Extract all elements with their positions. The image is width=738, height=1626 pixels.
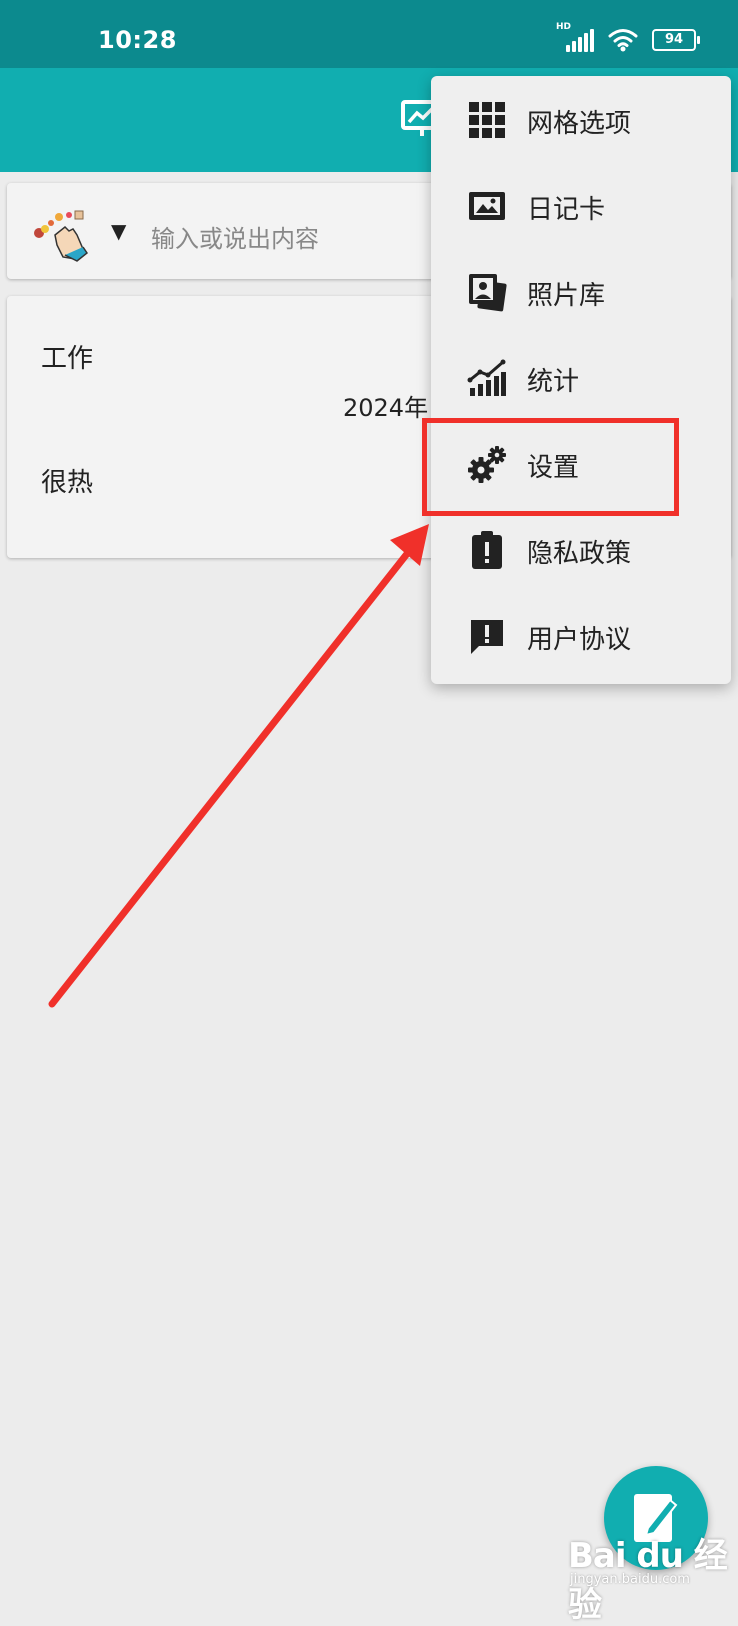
battery-indicator: 94 xyxy=(652,29,700,51)
photo-gallery-icon xyxy=(469,274,507,312)
chart-icon xyxy=(467,359,506,396)
signal-icon: HD xyxy=(556,22,594,52)
overflow-menu: 网格选项 日记卡 照片库 统计 设置 隐私政策 用户协议 xyxy=(431,76,731,684)
mood-mascot-icon[interactable] xyxy=(29,205,95,265)
menu-item-grid-options[interactable]: 网格选项 xyxy=(431,76,731,162)
menu-item-label: 用户协议 xyxy=(527,625,632,655)
status-bar: 10:28 HD 94 xyxy=(0,0,738,68)
network-type-label: HD xyxy=(556,22,572,32)
entry-date: 2024年 xyxy=(343,394,429,422)
menu-item-photo-gallery[interactable]: 照片库 xyxy=(431,248,731,334)
menu-item-label: 日记卡 xyxy=(527,195,606,225)
menu-item-statistics[interactable]: 统计 xyxy=(431,334,731,420)
mood-dropdown-arrow-icon[interactable]: ▼ xyxy=(111,219,126,243)
menu-item-privacy-policy[interactable]: 隐私政策 xyxy=(431,506,731,592)
entry-body: 很热 xyxy=(41,468,94,498)
menu-item-label: 统计 xyxy=(527,367,580,397)
entry-title: 工作 xyxy=(41,344,94,374)
wifi-icon xyxy=(608,29,638,52)
picture-frame-icon xyxy=(469,192,505,220)
annotation-highlight-box xyxy=(422,418,679,516)
entry-input[interactable]: 输入或说出内容 xyxy=(151,219,319,254)
menu-item-label: 网格选项 xyxy=(527,109,632,139)
menu-item-label: 隐私政策 xyxy=(527,539,632,569)
status-time: 10:28 xyxy=(98,26,177,54)
menu-item-user-agreement[interactable]: 用户协议 xyxy=(431,592,731,678)
baidu-watermark-url: jingyan.baidu.com xyxy=(570,1572,690,1587)
menu-item-label: 照片库 xyxy=(527,281,606,311)
grid-icon xyxy=(469,102,505,138)
status-icons: HD 94 xyxy=(556,22,700,52)
clipboard-alert-icon xyxy=(472,531,502,569)
message-alert-icon xyxy=(471,620,503,654)
menu-item-diary-card[interactable]: 日记卡 xyxy=(431,162,731,248)
